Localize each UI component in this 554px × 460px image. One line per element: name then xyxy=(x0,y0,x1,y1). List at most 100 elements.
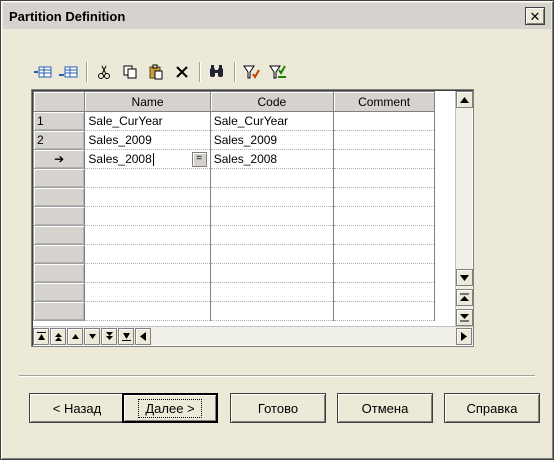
vertical-scrollbar[interactable] xyxy=(455,91,473,327)
cell-empty[interactable] xyxy=(333,263,436,283)
horizontal-scroll-track[interactable] xyxy=(152,328,456,345)
find-icon[interactable] xyxy=(205,60,229,84)
scroll-down-button[interactable] xyxy=(456,269,473,286)
toolbar xyxy=(31,59,290,85)
table-row-empty[interactable] xyxy=(33,206,457,226)
filter-icon[interactable] xyxy=(240,60,264,84)
cell-empty[interactable] xyxy=(210,244,334,264)
row-header[interactable] xyxy=(33,187,86,207)
cancel-button[interactable]: Отмена xyxy=(337,393,433,423)
scroll-right-button[interactable] xyxy=(456,327,472,345)
cell-empty[interactable] xyxy=(333,168,436,188)
row-header[interactable] xyxy=(33,263,86,283)
help-button[interactable]: Справка xyxy=(444,393,540,423)
move-page-up-button[interactable] xyxy=(50,327,66,345)
delete-icon[interactable] xyxy=(170,60,194,84)
cell-empty[interactable] xyxy=(84,206,211,226)
table-row[interactable]: 2 Sales_2009 Sales_2009 xyxy=(33,130,457,150)
cell-comment[interactable] xyxy=(333,149,436,169)
cell-empty[interactable] xyxy=(210,301,334,321)
cell-empty[interactable] xyxy=(333,301,436,321)
column-header-empty xyxy=(434,91,457,112)
table-row-empty[interactable] xyxy=(33,282,457,302)
cell-empty[interactable] xyxy=(84,187,211,207)
column-header-comment[interactable]: Comment xyxy=(332,91,436,112)
copy-icon[interactable] xyxy=(118,60,142,84)
finish-button[interactable]: Готово xyxy=(230,393,326,423)
row-header[interactable] xyxy=(33,282,86,302)
cell-empty[interactable] xyxy=(210,187,334,207)
arrow-down-icon xyxy=(88,333,96,339)
scroll-top-icon xyxy=(460,293,469,301)
table-row-empty[interactable] xyxy=(33,263,457,283)
cell-empty[interactable] xyxy=(333,187,436,207)
cell-name[interactable]: Sale_CurYear xyxy=(84,111,211,131)
arrow-up-icon xyxy=(71,333,79,339)
cell-code[interactable]: Sale_CurYear xyxy=(210,111,334,131)
cell-empty[interactable] xyxy=(333,225,436,245)
table-row-empty[interactable] xyxy=(33,187,457,207)
table-row-empty[interactable] xyxy=(33,168,457,188)
arrow-right-icon xyxy=(461,331,467,341)
cell-empty[interactable] xyxy=(333,206,436,226)
cell-name-input[interactable]: Sales_2008 xyxy=(88,152,151,166)
paste-icon[interactable] xyxy=(144,60,168,84)
current-row-arrow-icon[interactable]: ➔ xyxy=(33,149,86,169)
cell-empty[interactable] xyxy=(84,244,211,264)
window-title: Partition Definition xyxy=(9,8,126,24)
cell-empty[interactable] xyxy=(333,244,436,264)
column-header-name[interactable]: Name xyxy=(84,91,211,112)
cell-empty[interactable] xyxy=(84,225,211,245)
add-row-icon[interactable] xyxy=(31,60,55,84)
row-header[interactable] xyxy=(33,244,86,264)
cell-comment[interactable] xyxy=(333,130,436,150)
cut-icon[interactable] xyxy=(92,60,116,84)
cell-empty[interactable] xyxy=(210,206,334,226)
move-up-button[interactable] xyxy=(67,327,83,345)
table-row-empty[interactable] xyxy=(33,244,457,264)
row-header-corner[interactable] xyxy=(33,91,86,112)
cell-empty[interactable] xyxy=(84,263,211,283)
back-button[interactable]: < Назад xyxy=(29,393,125,423)
close-button[interactable]: ✕ xyxy=(525,7,545,25)
cell-empty[interactable] xyxy=(84,282,211,302)
cell-empty[interactable] xyxy=(84,168,211,188)
move-to-bottom-button[interactable] xyxy=(118,327,134,345)
scroll-bottom-button[interactable] xyxy=(456,309,473,326)
ellipsis-button[interactable]: = xyxy=(191,151,207,167)
cell-empty[interactable] xyxy=(84,301,211,321)
table-row-current[interactable]: ➔ Sales_2008 = Sales_2008 xyxy=(33,149,457,169)
row-header[interactable]: 1 xyxy=(33,111,86,131)
row-header[interactable] xyxy=(33,168,86,188)
scroll-up-button[interactable] xyxy=(456,91,473,108)
cell-name-editing[interactable]: Sales_2008 = xyxy=(84,149,211,169)
next-button[interactable]: Далее > xyxy=(122,393,218,423)
row-header[interactable] xyxy=(33,301,86,321)
cell-comment[interactable] xyxy=(333,111,436,131)
row-header[interactable] xyxy=(33,225,86,245)
cell-code[interactable]: Sales_2008 xyxy=(210,149,334,169)
scroll-left-button[interactable] xyxy=(135,327,151,345)
table-row[interactable]: 1 Sale_CurYear Sale_CurYear xyxy=(33,111,457,131)
cell-empty[interactable] xyxy=(210,282,334,302)
table-row-empty[interactable] xyxy=(33,225,457,245)
column-header-code[interactable]: Code xyxy=(209,91,334,112)
table-row-empty[interactable] xyxy=(33,301,457,321)
cell-name[interactable]: Sales_2009 xyxy=(84,130,211,150)
clear-filter-icon[interactable] xyxy=(266,60,290,84)
double-arrow-down-icon xyxy=(105,331,113,340)
scroll-top-button[interactable] xyxy=(456,289,473,306)
move-to-top-button[interactable] xyxy=(33,327,49,345)
cell-empty[interactable] xyxy=(333,282,436,302)
cell-empty[interactable] xyxy=(210,168,334,188)
row-header[interactable] xyxy=(33,206,86,226)
cell-empty[interactable] xyxy=(210,225,334,245)
row-header[interactable]: 2 xyxy=(33,130,86,150)
move-page-down-button[interactable] xyxy=(101,327,117,345)
insert-row-icon[interactable] xyxy=(57,60,81,84)
cell-empty[interactable] xyxy=(210,263,334,283)
toolbar-separator xyxy=(234,62,235,82)
scroll-bottom-icon xyxy=(460,314,469,322)
cell-code[interactable]: Sales_2009 xyxy=(210,130,334,150)
move-down-button[interactable] xyxy=(84,327,100,345)
